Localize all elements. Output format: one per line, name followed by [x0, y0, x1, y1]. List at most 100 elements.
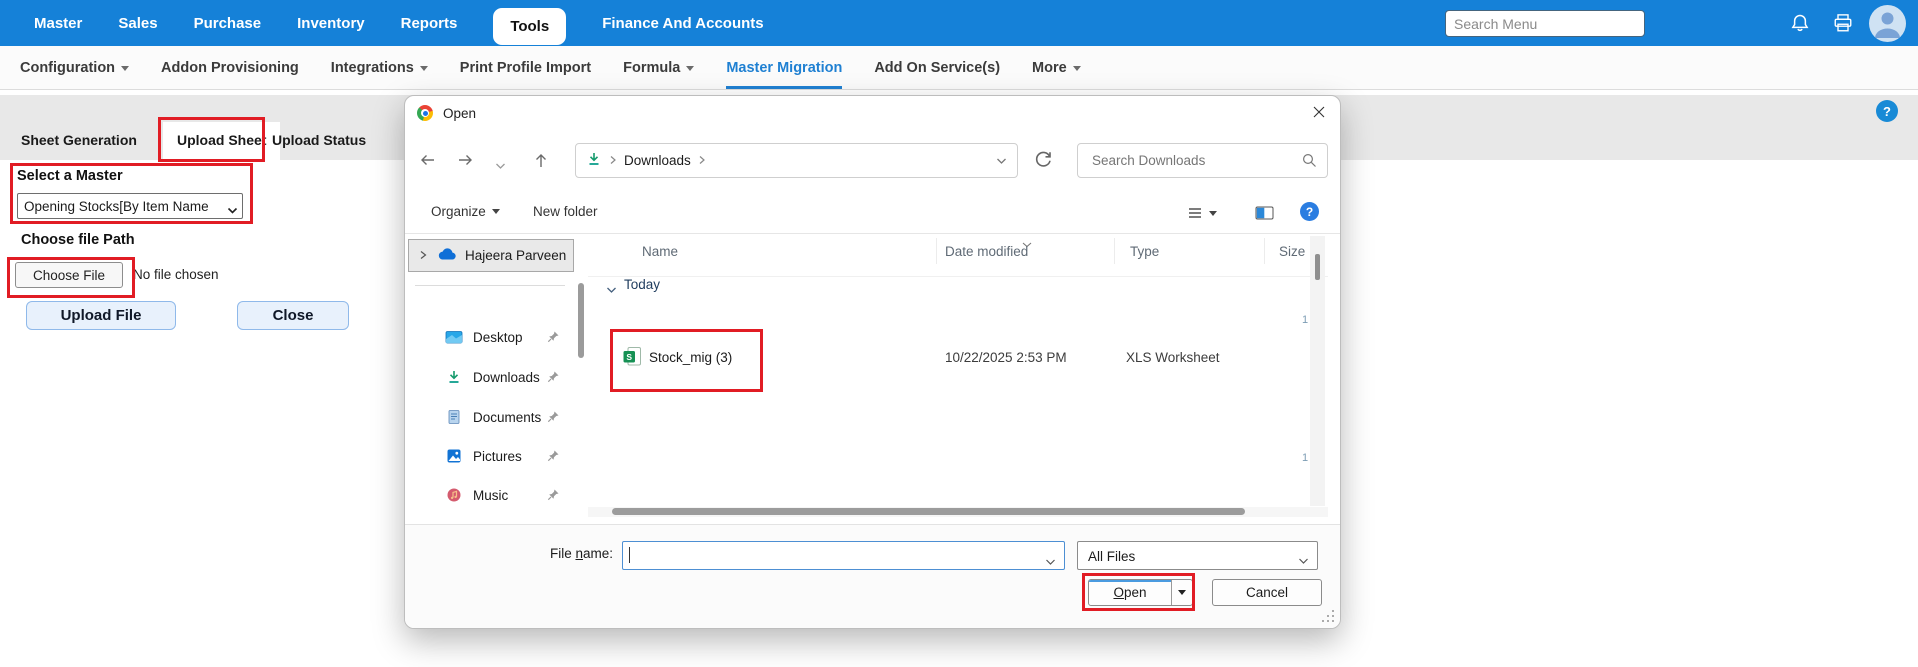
pin-icon[interactable] [547, 330, 560, 346]
subnav-formula[interactable]: Formula [623, 46, 694, 89]
group-collapse-chevron-icon[interactable] [606, 281, 617, 299]
excel-file-icon: S [622, 346, 643, 372]
column-header-name[interactable]: Name [642, 244, 678, 259]
subnav-master-migration-active[interactable]: Master Migration [726, 46, 842, 89]
subnav-more[interactable]: More [1032, 46, 1081, 89]
column-separator[interactable] [936, 238, 937, 264]
file-row-name[interactable]: Stock_mig (3) [649, 350, 732, 365]
new-folder-label: New folder [533, 204, 598, 219]
close-icon[interactable] [1312, 105, 1326, 124]
close-button[interactable]: Close [237, 301, 349, 330]
file-name-label: File name: [465, 546, 613, 561]
back-icon[interactable] [419, 152, 436, 173]
list-view-icon[interactable] [1187, 206, 1217, 220]
nav-inventory[interactable]: Inventory [297, 15, 365, 32]
tab-upload-status[interactable]: Upload Status [272, 132, 366, 148]
subnav-integrations[interactable]: Integrations [331, 46, 428, 89]
pin-icon[interactable] [547, 410, 560, 426]
address-bar[interactable]: Downloads [575, 143, 1018, 178]
breadcrumb-chevron-icon [609, 153, 617, 168]
select-master-dropdown[interactable]: Opening Stocks[By Item Name [17, 193, 243, 219]
nav-master[interactable]: Master [34, 15, 82, 32]
sidebar-item-label: Documents [473, 410, 541, 425]
search-menu-input[interactable] [1445, 10, 1645, 37]
tab-upload-sheet-active[interactable]: Upload Sheet [163, 122, 280, 160]
cancel-button[interactable]: Cancel [1212, 579, 1322, 606]
organize-button[interactable]: Organize [431, 204, 500, 219]
horizontal-scrollbar-thumb[interactable] [612, 508, 1245, 515]
nav-reports[interactable]: Reports [401, 15, 458, 32]
column-header-date-modified[interactable]: Date modified [945, 244, 1028, 259]
sidebar-divider [415, 285, 565, 286]
sidebar-item-pictures[interactable]: Pictures [408, 441, 574, 471]
nav-tools-active[interactable]: Tools [493, 8, 566, 45]
dialog-help-icon[interactable]: ? [1300, 202, 1319, 221]
up-icon[interactable] [533, 152, 549, 174]
clipped-size-text: 1 [1302, 452, 1308, 464]
sidebar-item-label: Downloads [473, 370, 540, 385]
file-name-input[interactable] [622, 541, 1065, 570]
pin-icon[interactable] [547, 370, 560, 386]
subnav-addon-provisioning[interactable]: Addon Provisioning [161, 46, 299, 89]
chevron-down-icon [121, 66, 129, 71]
search-downloads-input[interactable] [1090, 144, 1304, 177]
group-label-today[interactable]: Today [624, 277, 660, 292]
column-separator[interactable] [1264, 238, 1265, 264]
chevron-down-icon [1209, 211, 1217, 216]
choose-file-button[interactable]: Choose File [15, 262, 123, 288]
organize-label: Organize [431, 204, 486, 219]
pin-icon[interactable] [547, 449, 560, 465]
top-navigation-bar: Master Sales Purchase Inventory Reports … [0, 0, 1918, 46]
toolbar-divider [405, 233, 1340, 234]
open-button[interactable]: Open [1088, 579, 1193, 606]
chevron-down-icon [686, 66, 694, 71]
upload-file-button[interactable]: Upload File [26, 301, 176, 330]
secondary-navigation: Configuration Addon Provisioning Integra… [0, 46, 1918, 90]
column-header-type[interactable]: Type [1130, 244, 1159, 259]
user-avatar[interactable] [1869, 5, 1906, 42]
sidebar-item-desktop[interactable]: Desktop [408, 322, 574, 352]
sidebar-item-label: Pictures [473, 449, 522, 464]
help-glyph: ? [1883, 104, 1891, 119]
notifications-bell-icon[interactable] [1790, 13, 1810, 38]
expander-chevron-icon[interactable] [418, 248, 428, 263]
nav-sales[interactable]: Sales [118, 15, 157, 32]
pin-icon[interactable] [547, 488, 560, 504]
subnav-configuration[interactable]: Configuration [20, 46, 129, 89]
dialog-title-bar: Open [405, 96, 1340, 130]
search-icon [1302, 153, 1317, 173]
sidebar-item-hajeera-parveen[interactable]: Hajeera Parveen [408, 239, 574, 272]
sidebar-item-label: Desktop [473, 330, 523, 345]
new-folder-button[interactable]: New folder [533, 204, 598, 219]
list-scrollbar-thumb[interactable] [1315, 254, 1320, 280]
preview-pane-icon[interactable] [1255, 206, 1274, 220]
column-header-size[interactable]: Size [1279, 244, 1305, 259]
nav-finance-and-accounts[interactable]: Finance And Accounts [602, 15, 763, 32]
svg-text:S: S [626, 352, 632, 362]
printer-icon[interactable] [1833, 13, 1853, 38]
resize-grip[interactable] [1323, 611, 1335, 623]
page-help-icon[interactable]: ? [1876, 100, 1898, 122]
open-dropdown-arrow[interactable] [1171, 580, 1192, 605]
column-separator[interactable] [1114, 238, 1115, 264]
sidebar-scrollbar-thumb[interactable] [578, 283, 584, 358]
breadcrumb-downloads[interactable]: Downloads [624, 153, 691, 168]
forward-icon[interactable] [457, 152, 474, 173]
subnav-label: Configuration [20, 60, 115, 76]
tab-sheet-generation[interactable]: Sheet Generation [21, 132, 137, 148]
subnav-label: Print Profile Import [460, 60, 591, 76]
file-type-select[interactable]: All Files [1077, 541, 1318, 570]
recent-locations-chevron-icon[interactable] [495, 157, 506, 175]
sidebar-item-music[interactable]: Music [408, 480, 574, 510]
nav-purchase[interactable]: Purchase [194, 15, 262, 32]
subnav-print-profile-import[interactable]: Print Profile Import [460, 46, 591, 89]
open-button-label[interactable]: Open [1089, 580, 1171, 605]
address-dropdown-icon[interactable] [996, 153, 1007, 168]
subnav-add-on-services[interactable]: Add On Service(s) [874, 46, 1000, 89]
sidebar-item-downloads[interactable]: Downloads [408, 362, 574, 392]
chevron-down-icon[interactable] [1045, 553, 1056, 571]
subnav-label: Master Migration [726, 60, 842, 76]
sidebar-item-label: Hajeera Parveen [465, 248, 566, 263]
sidebar-item-documents[interactable]: Documents [408, 402, 574, 432]
refresh-icon[interactable] [1033, 150, 1053, 175]
